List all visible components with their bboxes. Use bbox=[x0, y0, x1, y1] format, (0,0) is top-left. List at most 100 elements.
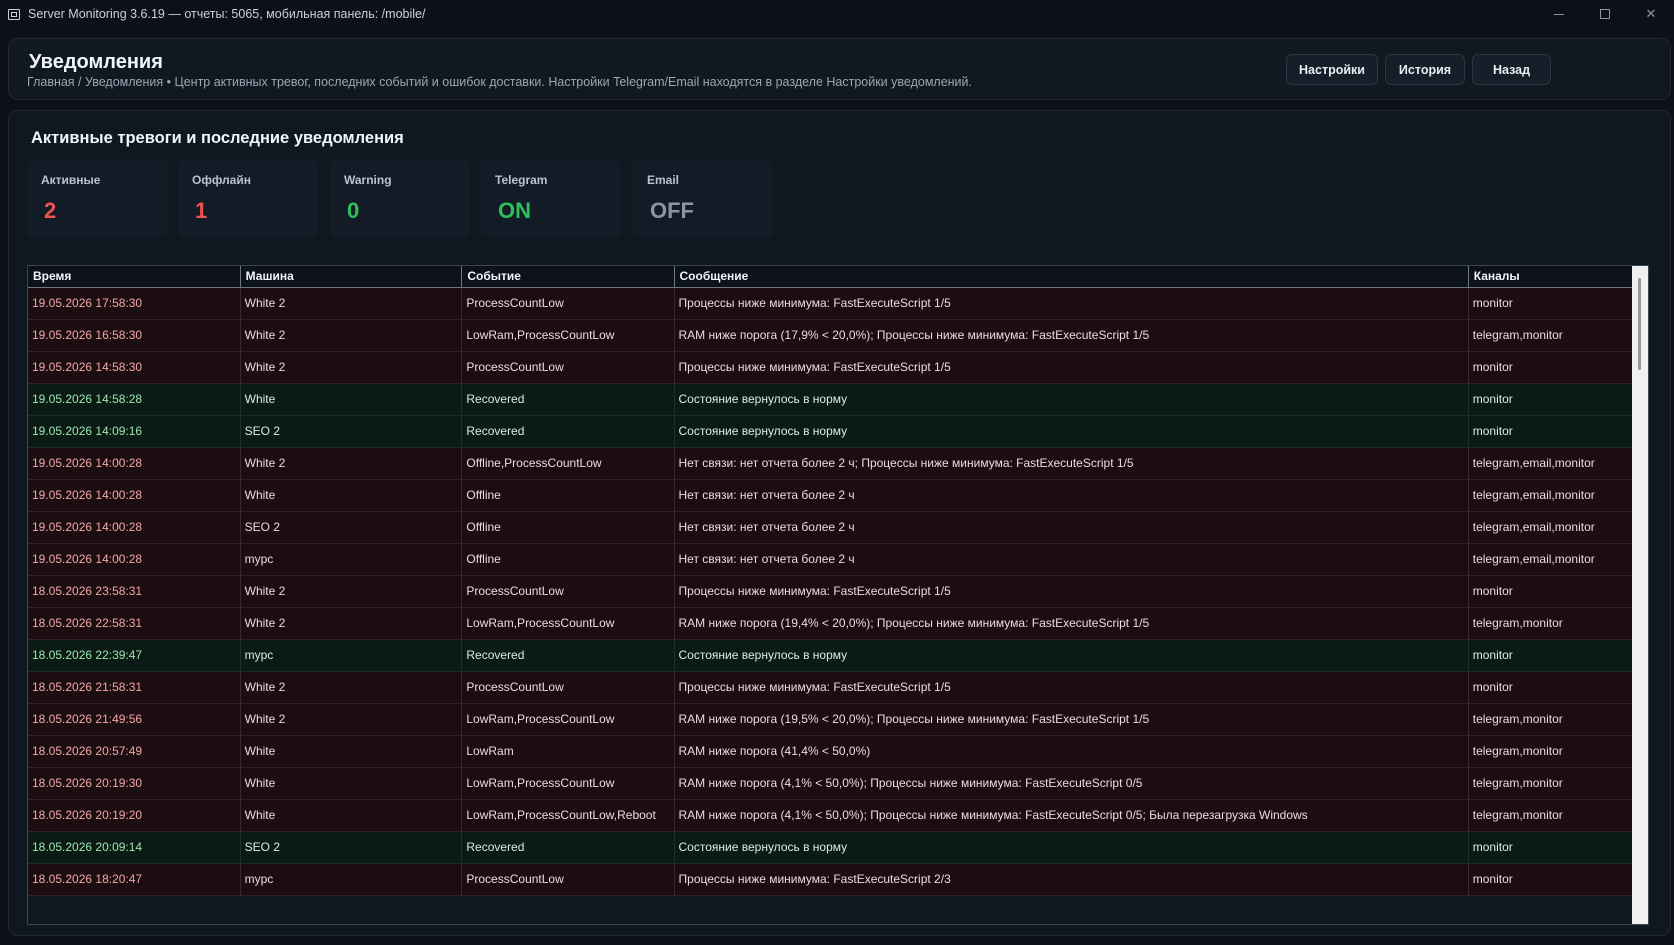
table-row[interactable]: 19.05.2026 14:00:28 White Offline Нет связи… bbox=[28, 479, 1635, 512]
window-controls: ✕ bbox=[1536, 0, 1674, 28]
close-icon: ✕ bbox=[1645, 6, 1657, 21]
stat-label: Активные bbox=[41, 173, 101, 187]
cell-event: Recovered bbox=[461, 639, 675, 672]
cell-time: 18.05.2026 20:19:30 bbox=[28, 767, 241, 800]
column-header-message[interactable]: Сообщение bbox=[674, 266, 1469, 288]
cell-time: 18.05.2026 18:20:47 bbox=[28, 863, 241, 896]
scrollbar-thumb[interactable] bbox=[1638, 278, 1641, 370]
column-header-time[interactable]: Время bbox=[28, 266, 241, 288]
stat-card-telegram: Telegram ON bbox=[481, 161, 621, 237]
table-row[interactable]: 18.05.2026 20:19:20 White LowRam,ProcessCo… bbox=[28, 799, 1635, 832]
cell-event: ProcessCountLow bbox=[461, 863, 675, 896]
table-row[interactable]: 18.05.2026 22:58:31 White 2 LowRam,Process… bbox=[28, 607, 1635, 640]
cell-time: 19.05.2026 14:00:28 bbox=[28, 543, 241, 576]
cell-channels: monitor bbox=[1468, 415, 1635, 448]
table-row[interactable]: 19.05.2026 14:09:16 SEO 2 Recovered Состоян… bbox=[28, 415, 1635, 448]
cell-machine: White 2 bbox=[240, 607, 463, 640]
column-header-event[interactable]: Событие bbox=[461, 266, 675, 288]
column-header-machine[interactable]: Машина bbox=[240, 266, 463, 288]
table-row[interactable]: 18.05.2026 21:49:56 White 2 LowRam,Process… bbox=[28, 703, 1635, 736]
cell-message: RAM ниже порога (17,9% < 20,0%); Процесс… bbox=[674, 319, 1469, 352]
cell-channels: telegram,email,monitor bbox=[1468, 479, 1635, 512]
cell-time: 19.05.2026 14:58:30 bbox=[28, 351, 241, 384]
cell-machine: White 2 bbox=[240, 447, 463, 480]
cell-channels: telegram,monitor bbox=[1468, 767, 1635, 800]
stat-card-warning: Warning 0 bbox=[330, 161, 470, 237]
cell-message: Процессы ниже минимума: FastExecuteScrip… bbox=[674, 575, 1469, 608]
cell-time: 18.05.2026 22:39:47 bbox=[28, 639, 241, 672]
cell-time: 18.05.2026 20:09:14 bbox=[28, 831, 241, 864]
cell-machine: White bbox=[240, 799, 463, 832]
cell-message: RAM ниже порога (19,4% < 20,0%); Процесс… bbox=[674, 607, 1469, 640]
cell-machine: White 2 bbox=[240, 671, 463, 704]
stat-card-active: Активные 2 bbox=[27, 161, 167, 237]
stat-label: Оффлайн bbox=[192, 173, 251, 187]
cell-message: RAM ниже порога (4,1% < 50,0%); Процессы… bbox=[674, 767, 1469, 800]
table-row[interactable]: 19.05.2026 14:58:28 White Recovered Состоян… bbox=[28, 383, 1635, 416]
table-row[interactable]: 19.05.2026 14:00:28 White 2 Offline,Proces… bbox=[28, 447, 1635, 480]
cell-event: LowRam,ProcessCountLow bbox=[461, 607, 675, 640]
table-row[interactable]: 18.05.2026 18:20:47 mypc ProcessCountLow Пр… bbox=[28, 863, 1635, 896]
stat-value: 0 bbox=[347, 198, 360, 223]
cell-machine: White 2 bbox=[240, 351, 463, 384]
cell-message: Состояние вернулось в норму bbox=[674, 383, 1469, 416]
table-row[interactable]: 18.05.2026 22:39:47 mypc Recovered Состояни… bbox=[28, 639, 1635, 672]
notifications-table[interactable]: Время Машина Событие Сообщение Каналы 19.05.… bbox=[27, 265, 1649, 925]
table-row[interactable]: 19.05.2026 14:58:30 White 2 ProcessCountLo… bbox=[28, 351, 1635, 384]
cell-message: Нет связи: нет отчета более 2 ч bbox=[674, 511, 1469, 544]
column-header-channels[interactable]: Каналы bbox=[1468, 266, 1635, 288]
section-title: Активные тревоги и последние уведомления bbox=[31, 129, 404, 147]
table-header-row: Время Машина Событие Сообщение Каналы bbox=[28, 266, 1635, 288]
cell-message: RAM ниже порога (19,5% < 20,0%); Процесс… bbox=[674, 703, 1469, 736]
cell-machine: White bbox=[240, 479, 463, 512]
cell-channels: telegram,monitor bbox=[1468, 799, 1635, 832]
cell-message: Процессы ниже минимума: FastExecuteScrip… bbox=[674, 863, 1469, 896]
cell-event: Recovered bbox=[461, 831, 675, 864]
cell-event: Offline bbox=[461, 543, 675, 576]
cell-channels: monitor bbox=[1468, 671, 1635, 704]
title-bar: Server Monitoring 3.6.19 — отчеты: 5065,… bbox=[0, 0, 1674, 28]
cell-time: 18.05.2026 20:57:49 bbox=[28, 735, 241, 768]
cell-event: LowRam bbox=[461, 735, 675, 768]
cell-event: LowRam,ProcessCountLow bbox=[461, 703, 675, 736]
cell-machine: SEO 2 bbox=[240, 831, 463, 864]
cell-time: 19.05.2026 14:00:28 bbox=[28, 511, 241, 544]
stat-value: ON bbox=[498, 198, 531, 223]
table-row[interactable]: 19.05.2026 17:58:30 White 2 ProcessCountLo… bbox=[28, 287, 1635, 320]
cell-event: Offline bbox=[461, 511, 675, 544]
cell-machine: mypc bbox=[240, 543, 463, 576]
table-row[interactable]: 19.05.2026 14:00:28 SEO 2 Offline Нет связи… bbox=[28, 511, 1635, 544]
table-body: 19.05.2026 17:58:30 White 2 ProcessCountLo… bbox=[28, 287, 1635, 896]
table-row[interactable]: 19.05.2026 14:00:28 mypc Offline Нет связи:… bbox=[28, 543, 1635, 576]
settings-button[interactable]: Настройки bbox=[1286, 54, 1378, 85]
table-row[interactable]: 19.05.2026 16:58:30 White 2 LowRam,Process… bbox=[28, 319, 1635, 352]
cell-machine: SEO 2 bbox=[240, 415, 463, 448]
cell-machine: White bbox=[240, 767, 463, 800]
history-button[interactable]: История bbox=[1385, 54, 1465, 85]
cell-time: 18.05.2026 20:19:20 bbox=[28, 799, 241, 832]
cell-channels: telegram,monitor bbox=[1468, 319, 1635, 352]
cell-message: Состояние вернулось в норму bbox=[674, 639, 1469, 672]
table-row[interactable]: 18.05.2026 21:58:31 White 2 ProcessCountLo… bbox=[28, 671, 1635, 704]
cell-time: 19.05.2026 14:58:28 bbox=[28, 383, 241, 416]
cell-channels: telegram,email,monitor bbox=[1468, 511, 1635, 544]
header-panel: Уведомления Главная / Уведомления • Цент… bbox=[8, 38, 1671, 100]
page-title: Уведомления bbox=[29, 51, 163, 73]
cell-channels: monitor bbox=[1468, 831, 1635, 864]
cell-event: Offline bbox=[461, 479, 675, 512]
cell-message: Состояние вернулось в норму bbox=[674, 415, 1469, 448]
cell-machine: White 2 bbox=[240, 703, 463, 736]
cell-channels: monitor bbox=[1468, 351, 1635, 384]
back-button[interactable]: Назад bbox=[1472, 54, 1551, 85]
cell-machine: White 2 bbox=[240, 319, 463, 352]
table-row[interactable]: 18.05.2026 23:58:31 White 2 ProcessCountLo… bbox=[28, 575, 1635, 608]
table-row[interactable]: 18.05.2026 20:57:49 White LowRam RAM ниже п… bbox=[28, 735, 1635, 768]
maximize-button[interactable] bbox=[1582, 0, 1628, 28]
table-row[interactable]: 18.05.2026 20:09:14 SEO 2 Recovered Состоян… bbox=[28, 831, 1635, 864]
vertical-scrollbar[interactable] bbox=[1632, 266, 1648, 924]
minimize-button[interactable] bbox=[1536, 0, 1582, 28]
stat-card-offline: Оффлайн 1 bbox=[178, 161, 318, 237]
close-button[interactable]: ✕ bbox=[1628, 0, 1674, 28]
cell-event: Recovered bbox=[461, 383, 675, 416]
table-row[interactable]: 18.05.2026 20:19:30 White LowRam,ProcessCo… bbox=[28, 767, 1635, 800]
